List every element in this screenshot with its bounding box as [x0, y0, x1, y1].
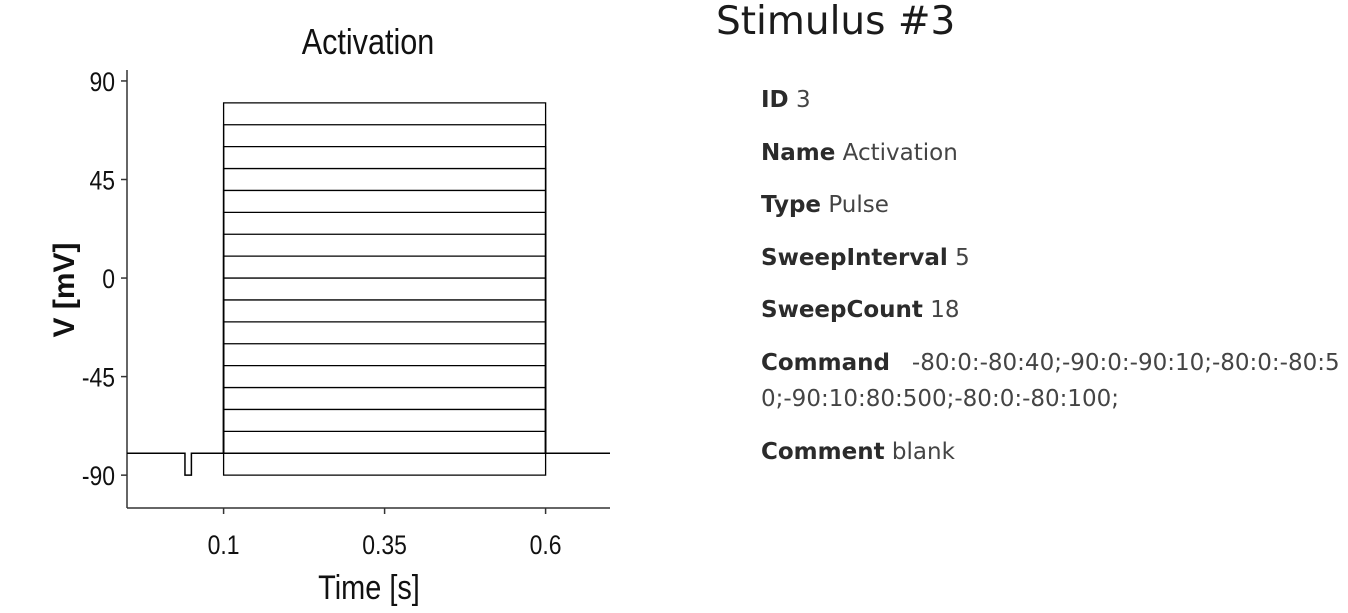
sweep-trace	[222, 430, 547, 454]
detail-name-label: Name	[761, 140, 836, 166]
stimulus-chart: Activation V [mV] Time [s] -90 -45 0 45 90 0.…	[0, 0, 640, 613]
chart-title: Activation	[302, 23, 435, 63]
sweep-trace	[222, 299, 547, 454]
y-tick-label: -90	[82, 461, 115, 491]
detail-type: Type Pulse	[761, 187, 1341, 223]
y-axis-label: V [mV]	[48, 242, 81, 337]
y-tick-label: -45	[82, 363, 115, 393]
sweep-trace	[222, 386, 547, 454]
chart-traces	[127, 102, 610, 476]
detail-sweep-count-label: SweepCount	[761, 297, 923, 323]
detail-sweep-interval: SweepInterval 5	[761, 240, 1341, 276]
detail-command: Command -80:0:-80:40;-90:0:-90:10;-80:0:…	[761, 345, 1341, 417]
sweep-trace	[222, 211, 547, 454]
y-tick-label: 0	[102, 264, 115, 294]
chart-axes: -90 -45 0 45 90 0.1 0.35 0.6	[82, 67, 610, 560]
detail-name-value: Activation	[842, 140, 958, 166]
detail-sweep-interval-value: 5	[955, 245, 970, 271]
sweep-trace	[222, 124, 547, 454]
detail-id: ID 3	[761, 82, 1341, 118]
sweep-trace	[222, 167, 547, 454]
y-tick-label: 90	[89, 67, 115, 97]
detail-type-label: Type	[761, 192, 822, 218]
detail-sweep-count-value: 18	[930, 297, 960, 323]
detail-type-value: Pulse	[828, 192, 889, 218]
chart-svg: Activation V [mV] Time [s] -90 -45 0 45 90 0.…	[48, 23, 610, 607]
x-axis-label: Time [s]	[318, 568, 420, 607]
detail-comment-value: blank	[891, 439, 955, 465]
detail-id-value: 3	[795, 87, 811, 113]
detail-comment-label: Comment	[761, 439, 885, 465]
x-tick-label: 0.6	[530, 530, 562, 560]
y-tick-label: 45	[89, 166, 115, 196]
page-title: Stimulus #3	[716, 0, 956, 44]
detail-sweep-count: SweepCount 18	[761, 292, 1341, 328]
x-tick-label: 0.35	[362, 530, 407, 560]
x-tick-label: 0.1	[208, 530, 240, 560]
detail-id-label: ID	[761, 87, 789, 113]
detail-sweep-interval-label: SweepInterval	[761, 245, 948, 271]
detail-command-label: Command	[761, 350, 890, 376]
sweep-trace	[222, 255, 547, 454]
sweep-trace	[222, 343, 547, 454]
sweep-trace	[222, 453, 547, 476]
holding-trace	[127, 452, 610, 476]
detail-name: Name Activation	[761, 135, 1341, 171]
detail-comment: Comment blank	[761, 434, 1341, 470]
